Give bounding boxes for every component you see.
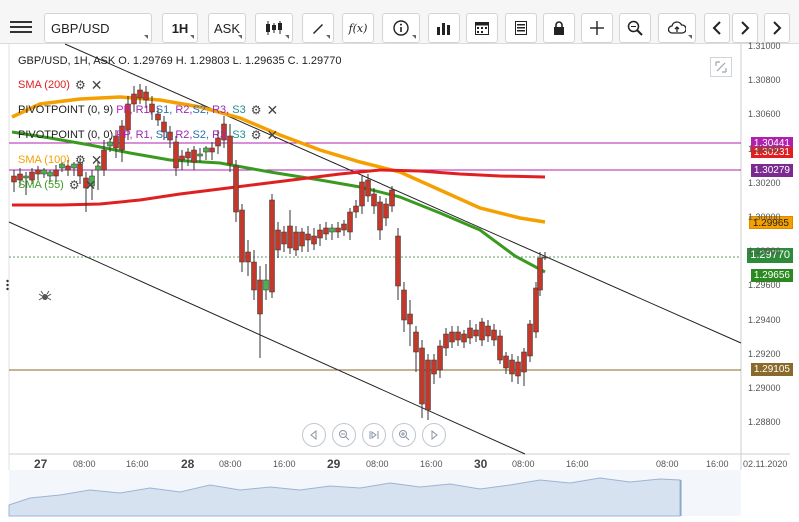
x-day-label: 29 bbox=[327, 457, 341, 471]
pivot2-label: PIVOTPOINT (0, 0) bbox=[18, 129, 114, 141]
pivot2-s1: S1, bbox=[155, 129, 173, 141]
x-time-label: 16:00 bbox=[420, 459, 443, 469]
legend-sma100[interactable]: SMA (100) ⚙ ✕ bbox=[18, 153, 103, 167]
gear-icon[interactable]: ⚙ bbox=[75, 154, 86, 166]
x-time-label: 16:00 bbox=[273, 459, 296, 469]
sma200-label: SMA (200) bbox=[18, 79, 70, 91]
x-day-label: 30 bbox=[474, 457, 488, 471]
candle bbox=[533, 282, 539, 338]
sma100-label: SMA (100) bbox=[18, 154, 70, 166]
close-icon[interactable]: ✕ bbox=[91, 153, 103, 167]
drag-handle-icon[interactable] bbox=[6, 278, 9, 291]
pivot2-r1: R1, bbox=[135, 129, 153, 141]
chart-nav-controls bbox=[302, 423, 454, 447]
y-tick-label: 1.30400 bbox=[748, 143, 781, 154]
candle bbox=[239, 204, 245, 272]
close-icon[interactable]: ✕ bbox=[85, 178, 97, 192]
x-time-label: 02.11.2020 bbox=[743, 459, 788, 469]
close-icon[interactable]: ✕ bbox=[91, 78, 103, 92]
x-time-label: 08:00 bbox=[219, 459, 242, 469]
zoom-in-button[interactable] bbox=[392, 423, 416, 447]
scroll-left-button[interactable] bbox=[302, 423, 326, 447]
x-time-label: 08:00 bbox=[656, 459, 679, 469]
reset-icon bbox=[369, 431, 379, 439]
legend-sma200[interactable]: SMA (200) ⚙ ✕ bbox=[18, 78, 103, 92]
y-tick-label: 1.30200 bbox=[748, 177, 781, 188]
pivot1-label: PIVOTPOINT (0, 9) bbox=[18, 104, 114, 116]
pivot2-s2: S2, bbox=[192, 129, 209, 141]
legend-sma55[interactable]: SMA (55) ⚙ ✕ bbox=[18, 178, 97, 192]
legend-pivot2[interactable]: PIVOTPOINT (0, 0) PP, R1, S1, R2, S2, R3… bbox=[18, 128, 278, 142]
x-day-label: 27 bbox=[34, 457, 48, 471]
x-time-label: 08:00 bbox=[366, 459, 389, 469]
fullscreen-icon[interactable] bbox=[710, 57, 732, 77]
pivot1-pp: PP, bbox=[116, 104, 133, 116]
gear-icon[interactable]: ⚙ bbox=[251, 104, 262, 116]
y-tick-label: 1.28800 bbox=[748, 417, 781, 428]
ohlc-info: GBP/USD, 1H, ASK O. 1.29769 H. 1.29803 L… bbox=[18, 55, 342, 67]
pivot1-r3: R3, bbox=[212, 104, 230, 116]
x-time-label: 16:00 bbox=[126, 459, 149, 469]
reset-button[interactable] bbox=[362, 423, 386, 447]
pivot2-r3: R3, bbox=[212, 129, 230, 141]
pivot1-r1: R1, bbox=[135, 104, 153, 116]
pivot2-s3: S3 bbox=[232, 129, 246, 141]
pivot2-r2: R2, bbox=[175, 129, 193, 141]
candle bbox=[537, 252, 543, 296]
gear-icon[interactable]: ⚙ bbox=[69, 179, 80, 191]
y-tick-label: 1.29200 bbox=[748, 348, 781, 359]
triangle-right-icon bbox=[431, 430, 438, 440]
y-tick-label: 1.29800 bbox=[748, 246, 781, 257]
zoom-out-button[interactable] bbox=[332, 423, 356, 447]
y-tick-label: 1.30600 bbox=[748, 109, 781, 120]
y-tick-label: 1.29400 bbox=[748, 314, 781, 325]
x-time-label: 08:00 bbox=[512, 459, 535, 469]
candle bbox=[425, 354, 431, 420]
price-tag-support: 1.29105 bbox=[750, 363, 793, 376]
pivot1-s3: S3 bbox=[232, 104, 246, 116]
close-icon[interactable]: ✕ bbox=[266, 103, 278, 117]
pivot2-pp: PP, bbox=[116, 129, 133, 141]
price-tag-pivot-pp: 1.30279 bbox=[750, 164, 793, 177]
candle bbox=[527, 320, 533, 362]
pivot1-s1: S1, bbox=[155, 104, 173, 116]
x-time-label: 16:00 bbox=[566, 459, 589, 469]
y-tick-label: 1.31000 bbox=[748, 41, 781, 51]
zoom-in-icon bbox=[399, 430, 410, 441]
x-time-label: 16:00 bbox=[706, 459, 729, 469]
scroll-right-button[interactable] bbox=[422, 423, 446, 447]
y-tick-label: 1.29600 bbox=[748, 280, 781, 291]
bug-icon[interactable] bbox=[38, 290, 52, 309]
close-icon[interactable]: ✕ bbox=[266, 128, 278, 142]
pivot1-r2: R2, bbox=[175, 104, 193, 116]
pivot1-s2: S2, bbox=[192, 104, 209, 116]
zoom-out-icon bbox=[339, 430, 350, 441]
x-day-label: 28 bbox=[181, 457, 195, 471]
trading-chart-app: GBP/USD 1H ASK f(x) GBP/USD, 1H, ASK O. … bbox=[0, 0, 799, 522]
y-tick-label: 1.29000 bbox=[748, 383, 781, 393]
triangle-left-icon bbox=[310, 430, 317, 440]
sma55-label: SMA (55) bbox=[18, 179, 64, 191]
candle bbox=[269, 194, 275, 298]
gear-icon[interactable]: ⚙ bbox=[75, 79, 86, 91]
x-time-label: 08:00 bbox=[73, 459, 96, 469]
y-tick-label: 1.30800 bbox=[748, 75, 781, 86]
gear-icon[interactable]: ⚙ bbox=[251, 129, 262, 141]
y-tick-label: 1.30000 bbox=[748, 212, 781, 222]
legend-pivot1[interactable]: PIVOTPOINT (0, 9) PP, R1, S1, R2, S2, R3… bbox=[18, 103, 278, 117]
